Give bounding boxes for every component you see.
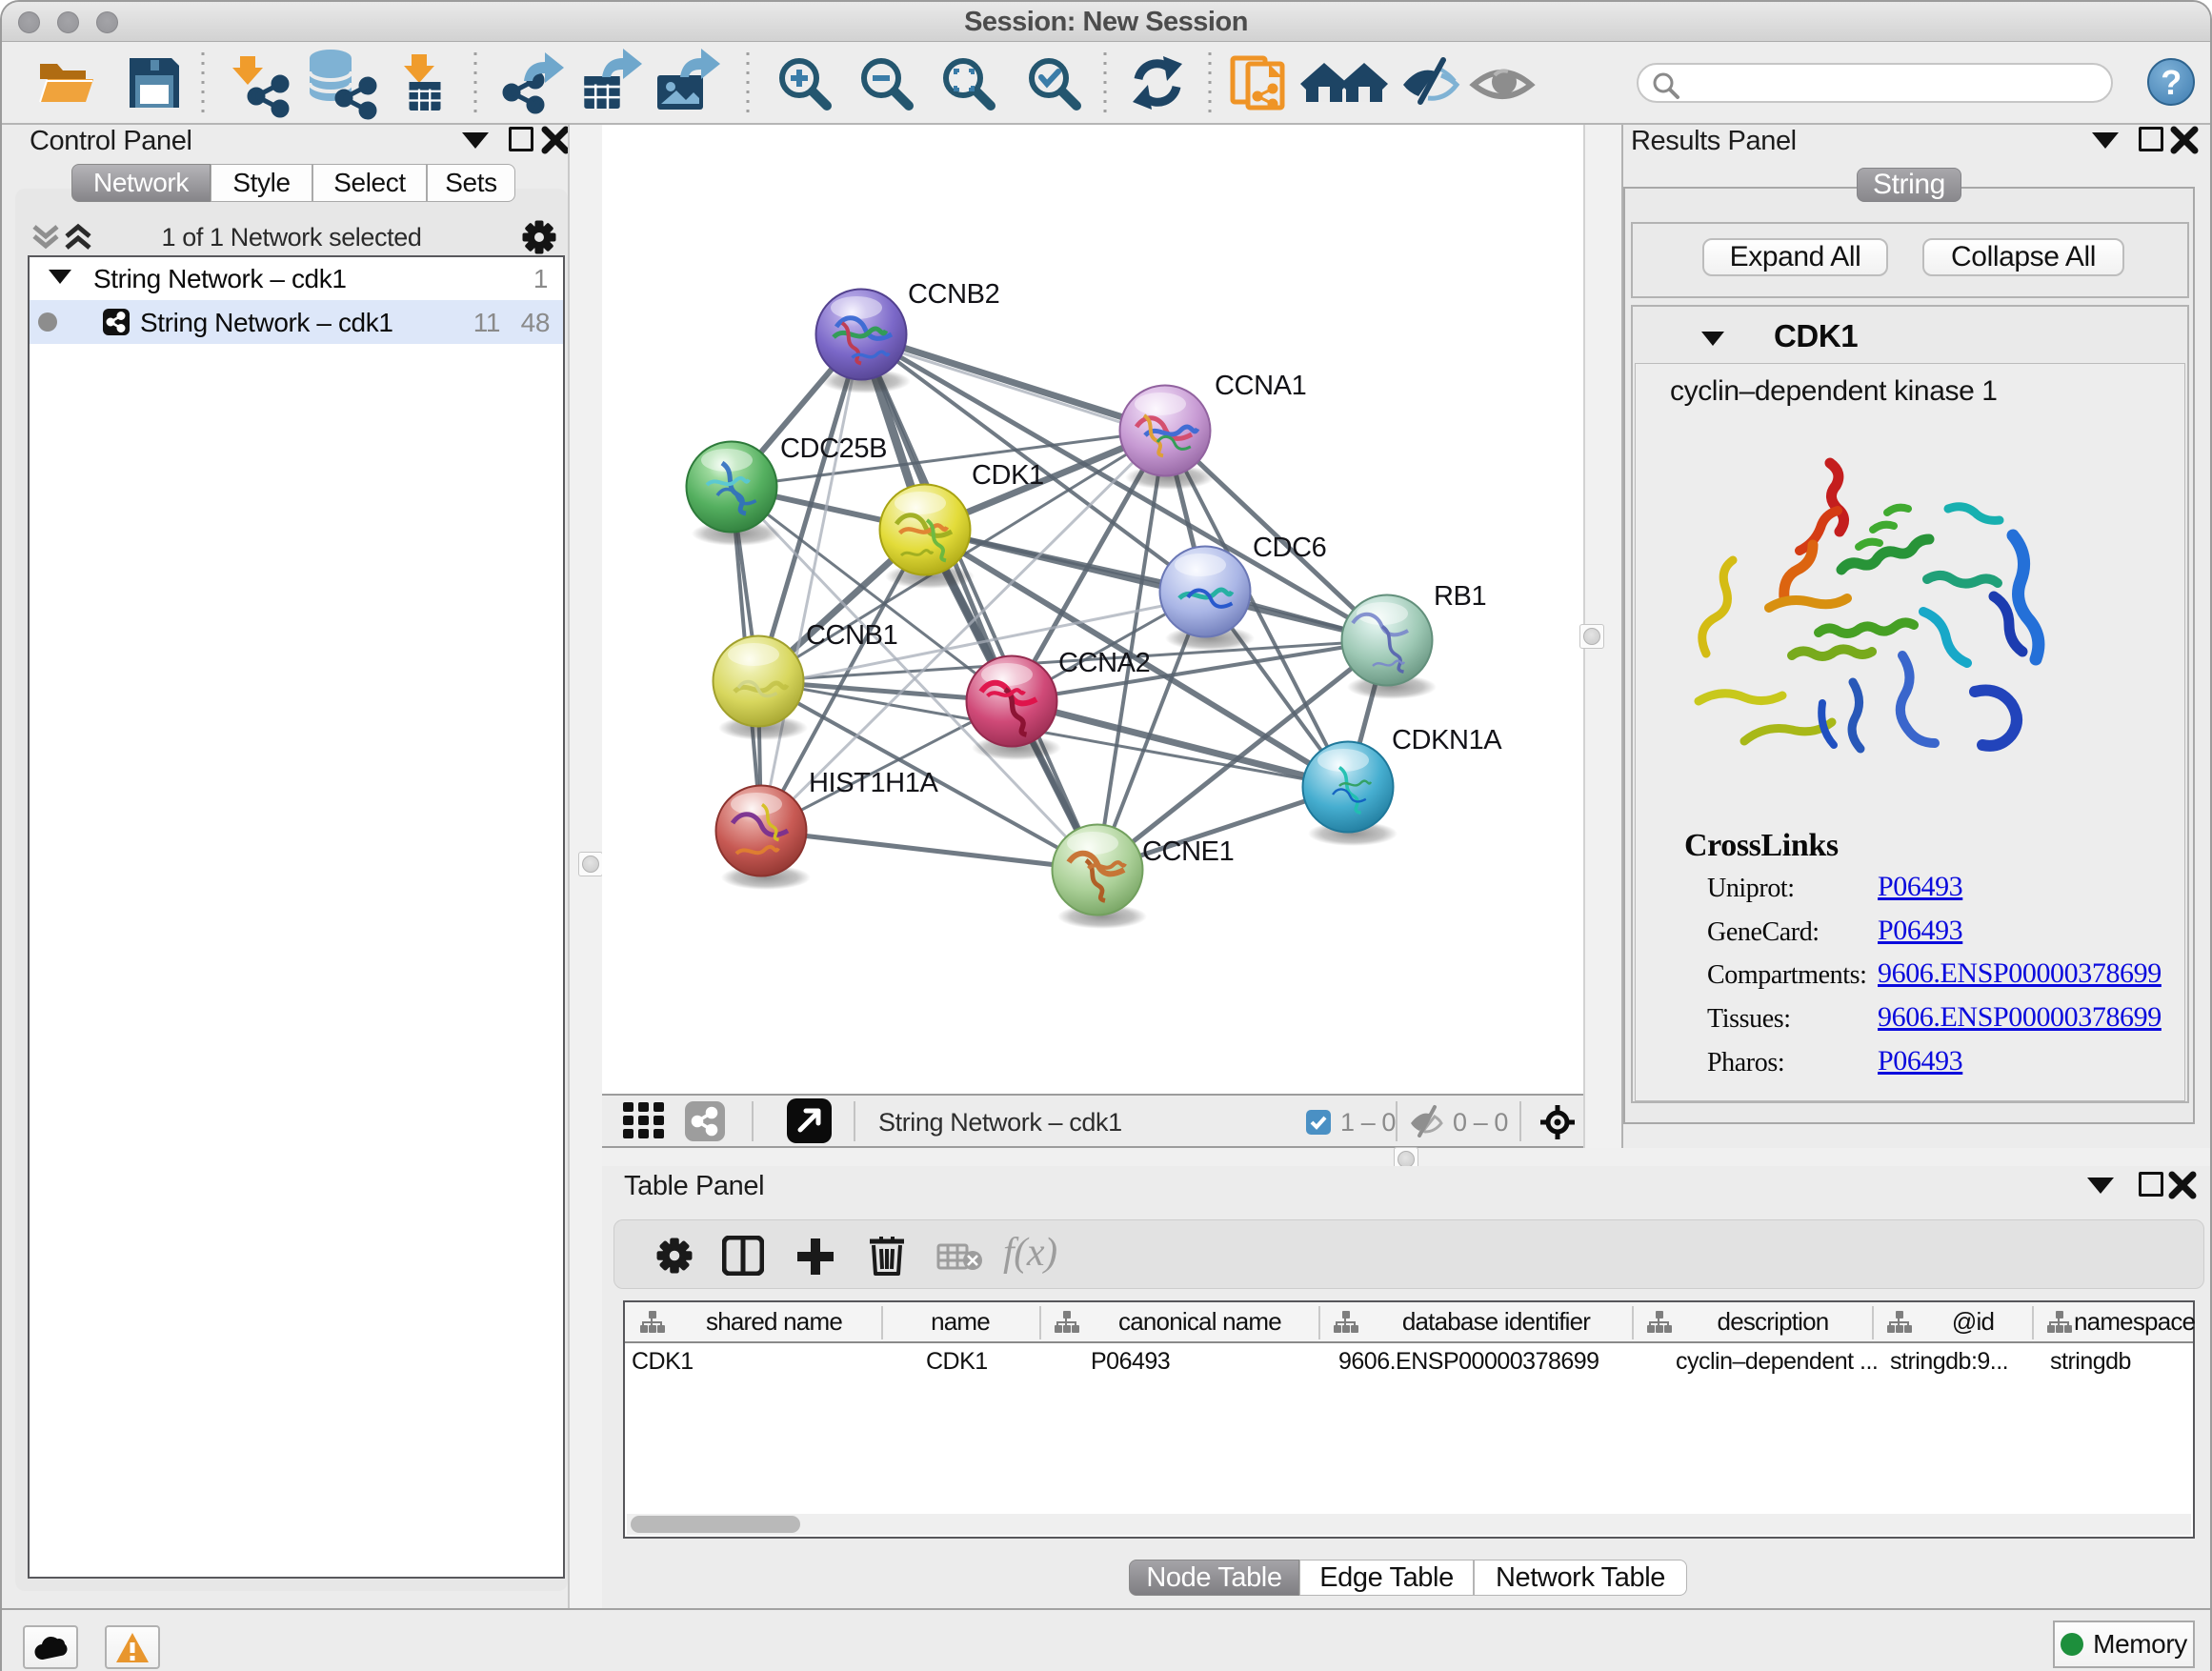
svg-text:CCNE1: CCNE1 [1142, 836, 1234, 867]
svg-text:CCNA1: CCNA1 [1215, 371, 1306, 401]
svg-text:CDK1: CDK1 [972, 460, 1044, 491]
svg-text:CDC6: CDC6 [1253, 533, 1326, 563]
svg-text:CDKN1A: CDKN1A [1392, 725, 1502, 755]
svg-text:CCNB1: CCNB1 [806, 620, 897, 651]
svg-text:CCNB2: CCNB2 [908, 279, 999, 310]
svg-text:CDC25B: CDC25B [780, 433, 887, 464]
svg-text:HIST1H1A: HIST1H1A [809, 768, 938, 798]
svg-text:CCNA2: CCNA2 [1058, 648, 1150, 678]
svg-text:RB1: RB1 [1434, 581, 1486, 612]
